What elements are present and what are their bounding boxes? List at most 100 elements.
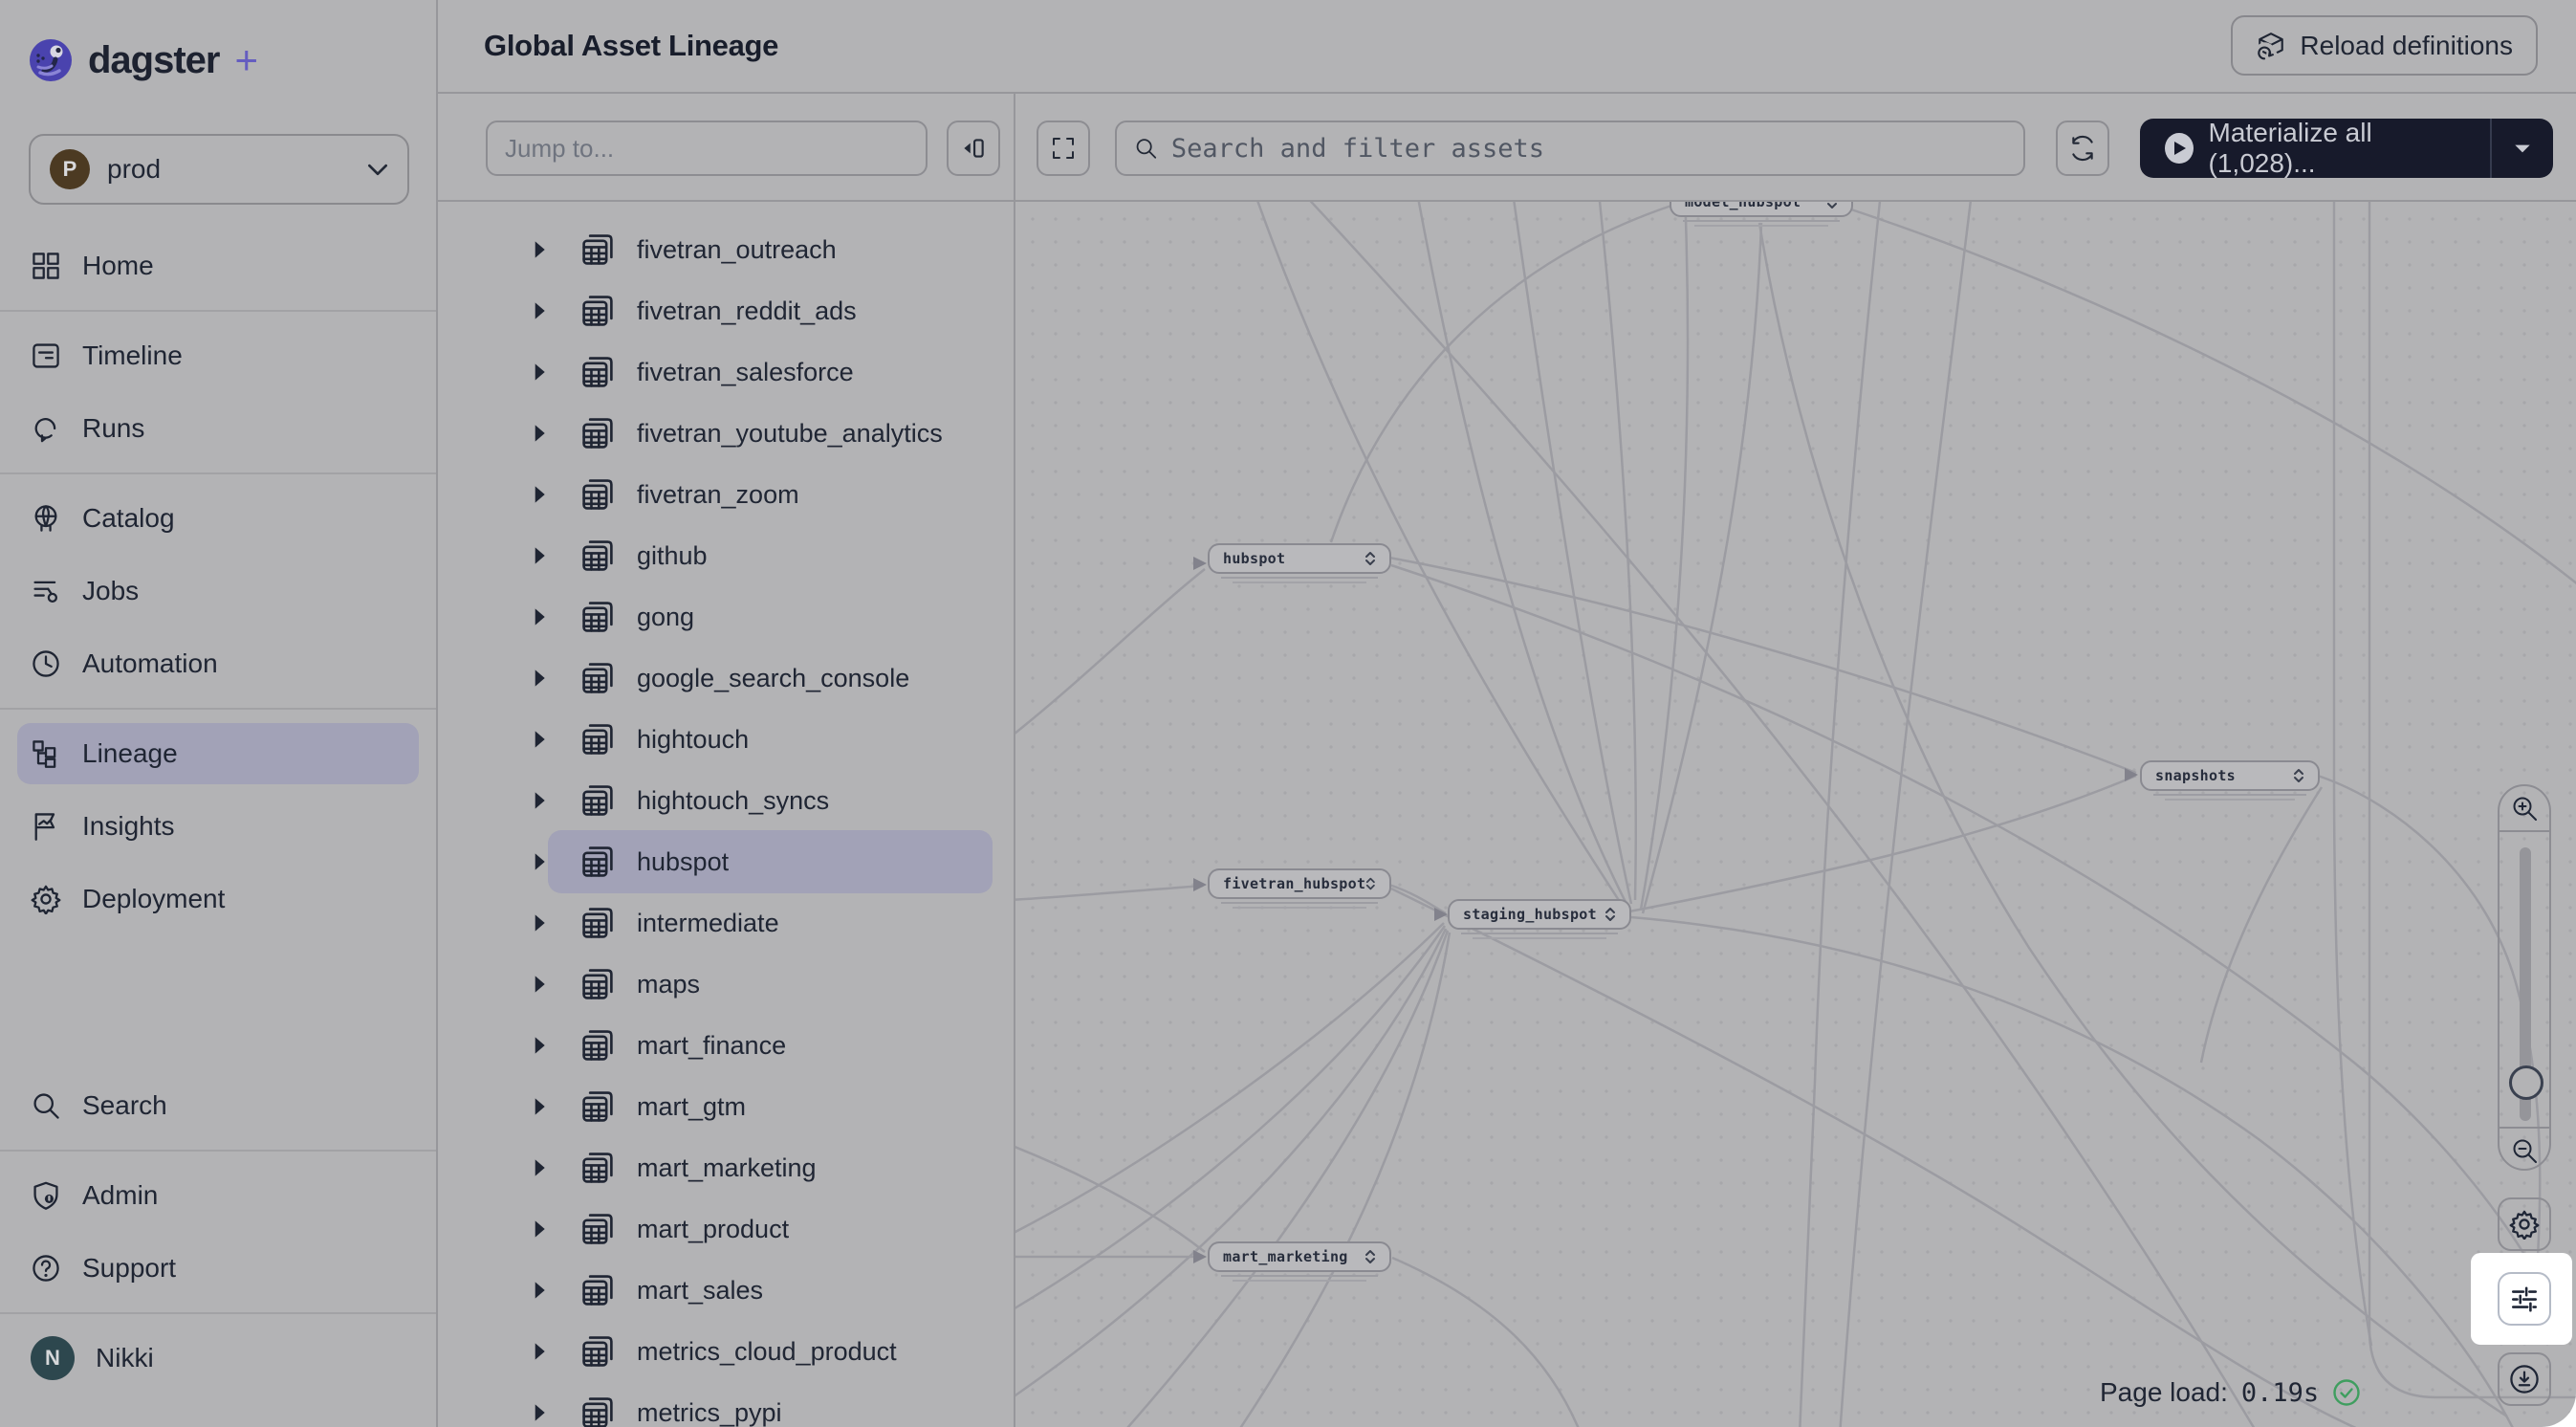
fullscreen-button[interactable] xyxy=(1037,121,1090,176)
asset-table-icon xyxy=(581,1396,614,1427)
sidebar-item-label: Support xyxy=(82,1253,176,1284)
caret-right-icon xyxy=(532,1342,547,1361)
asset-group-row[interactable]: mart_gtm xyxy=(438,1077,1014,1136)
graph-node-snapshots[interactable]: snapshots xyxy=(2140,760,2320,791)
asset-group-label: github xyxy=(637,541,708,571)
materialize-dropdown-toggle[interactable] xyxy=(2490,119,2553,178)
user-menu[interactable]: N Nikki xyxy=(17,1328,419,1389)
graph-node-label: model_hubspot xyxy=(1685,202,1826,210)
asset-group-label: fivetran_youtube_analytics xyxy=(637,419,943,449)
graph-node-mart-marketing[interactable]: mart_marketing xyxy=(1208,1241,1391,1272)
collapse-panel-button[interactable] xyxy=(947,121,1000,176)
asset-group-label: hightouch_syncs xyxy=(637,786,829,816)
fullscreen-icon xyxy=(1050,135,1077,162)
brand-plus-badge: + xyxy=(235,37,259,83)
caret-right-icon xyxy=(532,546,547,565)
sidebar-item-catalog[interactable]: Catalog xyxy=(17,488,419,549)
asset-group-row-selected[interactable]: hubspot xyxy=(438,832,1014,891)
sidebar-item-admin[interactable]: Admin xyxy=(17,1165,419,1226)
reload-definitions-button[interactable]: Reload definitions xyxy=(2231,15,2538,76)
graph-node-model-hubspot[interactable]: model_hubspot xyxy=(1670,202,1853,217)
avatar: N xyxy=(31,1336,75,1380)
reload-definitions-icon xyxy=(2256,31,2286,61)
asset-group-row[interactable]: fivetran_salesforce xyxy=(438,342,1014,402)
asset-table-icon xyxy=(581,417,614,450)
asset-group-row[interactable]: fivetran_zoom xyxy=(438,465,1014,524)
asset-group-row[interactable]: fivetran_reddit_ads xyxy=(438,281,1014,340)
asset-table-icon xyxy=(581,1274,614,1306)
asset-group-label: mart_gtm xyxy=(637,1092,746,1122)
jump-to-input[interactable] xyxy=(505,134,908,164)
caret-right-icon xyxy=(532,424,547,443)
asset-group-label: maps xyxy=(637,970,700,999)
chevron-down-icon xyxy=(367,164,388,176)
sidebar-item-support[interactable]: Support xyxy=(17,1238,419,1299)
refresh-button[interactable] xyxy=(2056,121,2109,176)
asset-group-row[interactable]: gong xyxy=(438,587,1014,647)
sidebar-item-automation[interactable]: Automation xyxy=(17,633,419,694)
asset-group-row[interactable]: maps xyxy=(438,955,1014,1014)
asset-table-icon xyxy=(581,723,614,756)
materialize-all-label: Materialize all (1,028)... xyxy=(2209,118,2465,179)
materialize-all-button[interactable]: Materialize all (1,028)... xyxy=(2140,119,2553,178)
sidebar-item-search[interactable]: Search xyxy=(17,1075,419,1136)
divider xyxy=(0,310,436,312)
asset-group-row[interactable]: hightouch xyxy=(438,710,1014,769)
asset-group-row[interactable]: mart_product xyxy=(438,1199,1014,1259)
asset-group-row[interactable]: mart_marketing xyxy=(438,1138,1014,1197)
page-header: Global Asset Lineage Reload definitions xyxy=(438,0,2576,94)
asset-group-row[interactable]: fivetran_youtube_analytics xyxy=(438,404,1014,463)
graph-filters-button[interactable] xyxy=(2498,1272,2551,1326)
graph-node-label: staging_hubspot xyxy=(1463,906,1605,923)
asset-group-row[interactable]: mart_sales xyxy=(438,1261,1014,1320)
asset-table-icon xyxy=(581,356,614,388)
sidebar-item-insights[interactable]: Insights xyxy=(17,796,419,857)
asset-group-row[interactable]: metrics_pypi xyxy=(438,1383,1014,1427)
page-load-status: Page load: 0.19s xyxy=(2100,1377,2361,1408)
asset-group-label: fivetran_outreach xyxy=(637,235,837,265)
materialize-all-main[interactable]: Materialize all (1,028)... xyxy=(2140,119,2490,178)
unfold-icon xyxy=(2293,768,2304,783)
zoom-out-button[interactable] xyxy=(2500,1129,2549,1173)
asset-group-row[interactable]: google_search_console xyxy=(438,648,1014,708)
graph-node-hubspot[interactable]: hubspot xyxy=(1208,543,1391,574)
asset-group-row[interactable]: github xyxy=(438,526,1014,585)
asset-group-row[interactable]: hightouch_syncs xyxy=(438,771,1014,830)
play-icon xyxy=(2165,133,2194,164)
toolbar: Materialize all (1,028)... xyxy=(438,94,2576,202)
sidebar-item-label: Jobs xyxy=(82,576,139,606)
unfold-icon xyxy=(1826,202,1838,209)
graph-node-fivetran-hubspot[interactable]: fivetran_hubspot xyxy=(1208,868,1391,899)
lineage-icon xyxy=(31,738,61,769)
brand[interactable]: dagster + xyxy=(27,36,258,84)
refresh-icon xyxy=(2068,134,2097,163)
sidebar-item-label: Automation xyxy=(82,648,218,679)
sidebar-item-home[interactable]: Home xyxy=(17,235,419,296)
sidebar-item-deployment[interactable]: Deployment xyxy=(17,868,419,930)
asset-group-label: hightouch xyxy=(637,725,749,755)
graph-settings-button[interactable] xyxy=(2498,1197,2551,1251)
divider xyxy=(0,472,436,474)
caret-right-icon xyxy=(532,852,547,871)
download-graph-button[interactable] xyxy=(2498,1352,2551,1406)
asset-search-input[interactable] xyxy=(1171,134,2006,164)
sidebar-item-jobs[interactable]: Jobs xyxy=(17,560,419,622)
runs-icon xyxy=(31,413,61,444)
sidebar-item-lineage[interactable]: Lineage xyxy=(17,723,419,784)
asset-group-label: mart_marketing xyxy=(637,1153,817,1183)
page-load-time: 0.19s xyxy=(2241,1378,2319,1408)
asset-group-row[interactable]: mart_finance xyxy=(438,1016,1014,1075)
workspace-selector[interactable]: P prod xyxy=(29,134,409,205)
asset-table-icon xyxy=(581,539,614,572)
asset-group-row[interactable]: metrics_cloud_product xyxy=(438,1322,1014,1381)
asset-group-row[interactable]: fivetran_outreach xyxy=(438,220,1014,279)
asset-table-icon xyxy=(581,1090,614,1123)
jobs-icon xyxy=(31,576,61,606)
sidebar-item-timeline[interactable]: Timeline xyxy=(17,325,419,386)
sidebar-item-runs[interactable]: Runs xyxy=(17,398,419,459)
zoom-in-button[interactable] xyxy=(2500,786,2549,830)
asset-group-row[interactable]: intermediate xyxy=(438,893,1014,953)
lineage-canvas[interactable]: model_hubspot hubspot fivetran_hubspot s… xyxy=(1015,202,2576,1427)
graph-node-staging-hubspot[interactable]: staging_hubspot xyxy=(1448,899,1631,930)
zoom-slider-knob[interactable] xyxy=(2509,1065,2543,1100)
